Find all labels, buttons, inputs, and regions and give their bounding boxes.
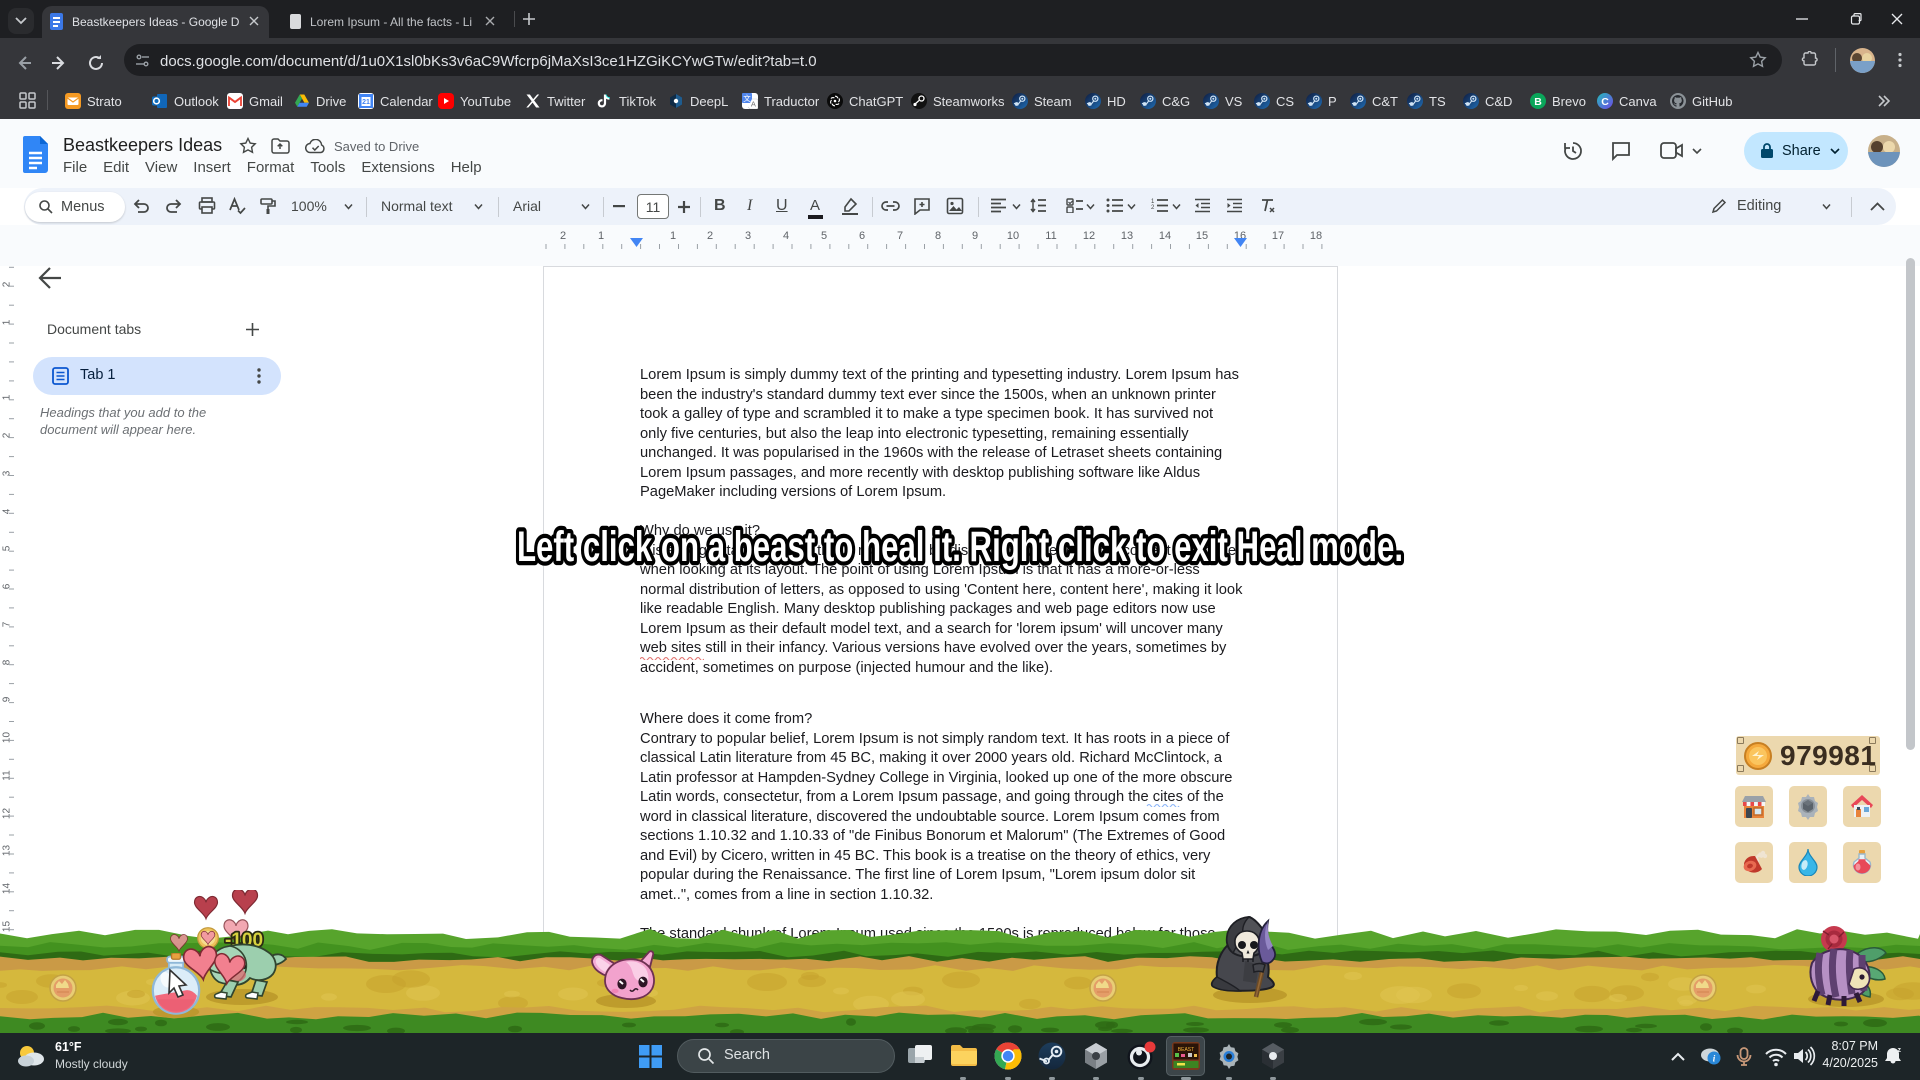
svg-text:2: 2 bbox=[1151, 205, 1155, 211]
svg-text:21: 21 bbox=[362, 99, 370, 106]
svg-text:Left click on a beast to heal: Left click on a beast to heal it. Right … bbox=[517, 524, 1403, 571]
svg-text:BEAST: BEAST bbox=[1178, 1047, 1194, 1053]
svg-text:C: C bbox=[1601, 96, 1609, 108]
svg-text:A: A bbox=[751, 100, 756, 109]
svg-text:z: z bbox=[1898, 1047, 1902, 1054]
svg-text:B: B bbox=[1534, 96, 1542, 108]
